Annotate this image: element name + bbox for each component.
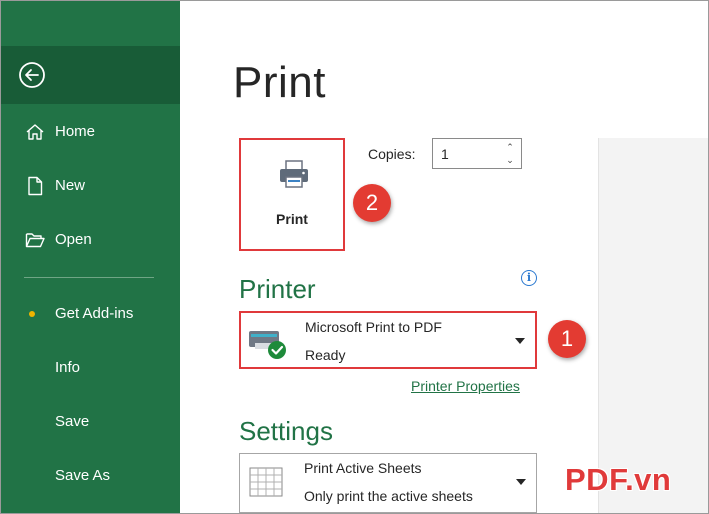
print-scope-title: Print Active Sheets <box>304 460 422 476</box>
sidebar-item-label: Home <box>55 123 96 140</box>
sidebar-item-info[interactable]: Info <box>0 348 180 388</box>
dropdown-arrow-icon <box>515 338 525 344</box>
sidebar-item-label: Info <box>55 359 81 376</box>
open-folder-icon <box>25 233 45 248</box>
step-badge-2: 2 <box>353 184 391 222</box>
backstage-sidebar: Home New Open Get Add-ins Info Save Save… <box>0 0 180 514</box>
print-preview-pane <box>598 138 708 514</box>
copies-stepper[interactable]: 1 ⌃ ⌄ <box>432 138 522 169</box>
notification-dot <box>29 311 35 317</box>
sidebar-item-label: New <box>55 177 86 194</box>
sidebar-item-label: Get Add-ins <box>55 305 134 322</box>
printer-properties-link[interactable]: Printer Properties <box>411 378 520 394</box>
sidebar-item-open[interactable]: Open <box>0 220 180 260</box>
printer-name: Microsoft Print to PDF <box>305 319 442 335</box>
home-icon <box>26 124 44 140</box>
sidebar-item-label: Save <box>55 413 90 430</box>
sheet-grid-icon <box>249 467 283 497</box>
print-scope-description: Only print the active sheets <box>304 488 473 504</box>
sidebar-item-new[interactable]: New <box>0 166 180 206</box>
print-button[interactable]: Print <box>239 138 345 251</box>
copies-value[interactable]: 1 <box>441 146 449 162</box>
increment-icon[interactable]: ⌃ <box>505 141 515 153</box>
sidebar-item-label: Save As <box>55 467 111 484</box>
step-badge-1: 1 <box>548 320 586 358</box>
copies-label: Copies: <box>368 146 416 162</box>
printer-icon <box>280 160 308 188</box>
printer-heading: Printer <box>239 274 316 304</box>
printer-status: Ready <box>305 347 346 363</box>
info-icon[interactable]: i <box>521 270 537 286</box>
printer-device-icon <box>249 331 286 359</box>
new-document-icon <box>28 176 43 196</box>
sidebar-item-get-add-ins[interactable]: Get Add-ins <box>0 294 180 334</box>
decrement-icon[interactable]: ⌄ <box>505 154 515 166</box>
sidebar-item-home[interactable]: Home <box>0 112 180 152</box>
settings-heading: Settings <box>239 416 333 446</box>
sidebar-item-save-as[interactable]: Save As <box>0 456 180 496</box>
dropdown-arrow-icon <box>516 479 526 485</box>
page-title: Print <box>233 58 326 107</box>
print-scope-select[interactable]: Print Active Sheets Only print the activ… <box>239 453 537 513</box>
sidebar-item-save[interactable]: Save <box>0 402 180 442</box>
back-arrow-icon <box>19 62 45 88</box>
print-button-label: Print <box>276 211 308 227</box>
sidebar-divider <box>24 277 154 278</box>
printer-select[interactable]: Microsoft Print to PDF Ready <box>239 311 537 369</box>
watermark-logo: PDF.vn <box>565 462 672 497</box>
sidebar-item-label: Open <box>55 231 92 248</box>
back-button[interactable] <box>0 46 180 104</box>
